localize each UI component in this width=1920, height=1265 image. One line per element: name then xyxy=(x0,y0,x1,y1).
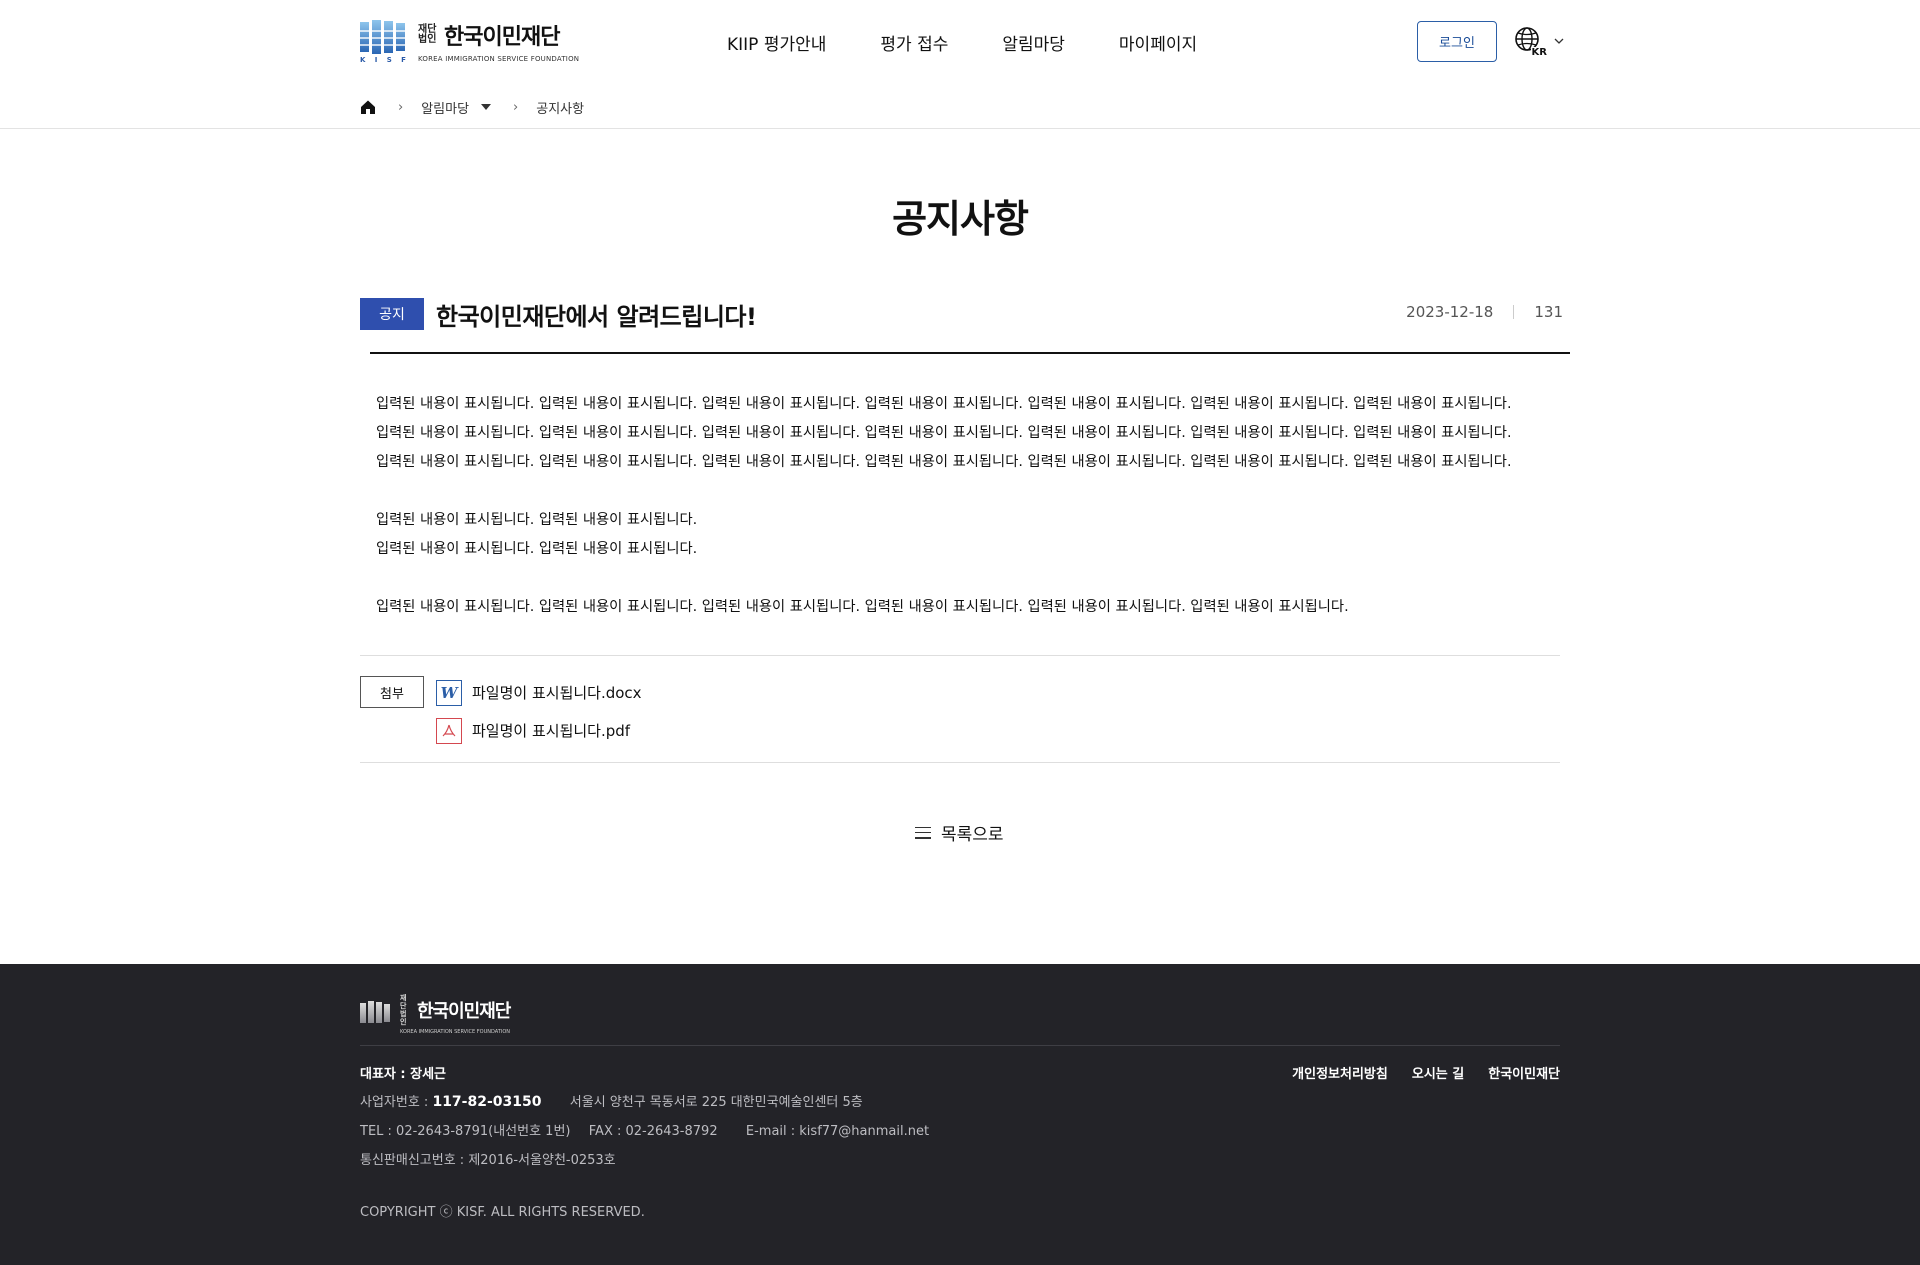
body-line: 입력된 내용이 표시됩니다. 입력된 내용이 표시됩니다. 입력된 내용이 표시… xyxy=(376,454,1512,470)
logo-mark-icon: K I S F xyxy=(360,20,406,64)
breadcrumb-separator-icon: › xyxy=(398,99,404,115)
footer-logo: 재단법인 한국이민재단 KOREA IMMIGRATION SERVICE FO… xyxy=(360,994,511,1035)
footer-logo-mark-icon xyxy=(360,1000,392,1029)
back-to-list-label: 목록으로 xyxy=(941,825,1004,845)
attachment-filename[interactable]: 파일명이 표시됩니다.docx xyxy=(472,682,642,703)
header-divider xyxy=(0,128,1920,129)
body-line: 입력된 내용이 표시됩니다. 입력된 내용이 표시됩니다. 입력된 내용이 표시… xyxy=(376,599,1349,615)
site-header: K I S F 재단법인 한국이민재단 KOREA IMMIGRATION SE… xyxy=(0,0,1920,84)
pdf-file-icon xyxy=(436,717,462,744)
attachment-filename[interactable]: 파일명이 표시됩니다.pdf xyxy=(472,720,630,741)
footer-address: 서울시 양천구 목동서로 225 대한민국예술인센터 5층 xyxy=(569,1095,863,1110)
language-code: KR xyxy=(1530,47,1548,58)
attachment-item-pdf[interactable]: 파일명이 표시됩니다.pdf xyxy=(436,717,642,744)
post-header-divider xyxy=(370,352,1570,354)
attachment-label: 첨부 xyxy=(360,676,424,708)
body-line: 입력된 내용이 표시됩니다. 입력된 내용이 표시됩니다. 입력된 내용이 표시… xyxy=(376,396,1512,412)
attachment-divider-bottom xyxy=(360,762,1560,763)
logo-letter: K xyxy=(360,56,366,64)
list-icon xyxy=(915,826,931,839)
footer-fax: FAX : 02-2643-8792 xyxy=(588,1124,718,1139)
footer-ceo: 대표자 : 장세근 xyxy=(360,1067,447,1082)
nav-item-notice[interactable]: 알림마당 xyxy=(1002,30,1065,55)
post-date: 2023-12-18 xyxy=(1406,303,1494,321)
breadcrumb-current: 공지사항 xyxy=(536,101,585,117)
nav-item-kiip[interactable]: KIIP 평가안내 xyxy=(727,30,826,55)
login-button[interactable]: 로그인 xyxy=(1417,21,1497,62)
globe-icon: KR xyxy=(1514,26,1548,58)
logo-letter: F xyxy=(401,56,406,64)
footer-logo-name: 한국이민재단 xyxy=(417,1001,511,1022)
footer-contact-row: TEL : 02-2643-8791(내선번호 1번) FAX : 02-264… xyxy=(360,1120,929,1139)
logo-small-text: 재단법인 xyxy=(418,24,437,45)
footer-copyright: COPYRIGHT ⓒ KISF. ALL RIGHTS RESERVED. xyxy=(360,1205,645,1220)
language-selector[interactable]: KR xyxy=(1514,26,1564,58)
site-footer: 재단법인 한국이민재단 KOREA IMMIGRATION SERVICE FO… xyxy=(0,964,1920,1265)
footer-links: 개인정보처리방침 오시는 길 한국이민재단 xyxy=(1292,1063,1560,1082)
footer-link-directions[interactable]: 오시는 길 xyxy=(1412,1063,1464,1082)
breadcrumb-separator-icon: › xyxy=(513,99,519,115)
footer-tel: TEL : 02-2643-8791(내선번호 1번) xyxy=(360,1124,571,1139)
nav-item-mypage[interactable]: 마이페이지 xyxy=(1119,30,1197,55)
logo-text: 재단법인 한국이민재단 KOREA IMMIGRATION SERVICE FO… xyxy=(418,19,580,64)
body-line: 입력된 내용이 표시됩니다. 입력된 내용이 표시됩니다. xyxy=(376,541,698,557)
meta-divider xyxy=(1513,305,1515,319)
body-line: 입력된 내용이 표시됩니다. 입력된 내용이 표시됩니다. 입력된 내용이 표시… xyxy=(376,425,1512,441)
footer-logo-small-text: 재단법인 xyxy=(400,994,407,1026)
footer-divider xyxy=(360,1045,1560,1046)
attachment-list: W 파일명이 표시됩니다.docx 파일명이 표시됩니다.pdf xyxy=(436,679,642,755)
attachment-item-docx[interactable]: W 파일명이 표시됩니다.docx xyxy=(436,679,642,706)
chevron-down-icon xyxy=(1554,38,1564,44)
site-logo[interactable]: K I S F 재단법인 한국이민재단 KOREA IMMIGRATION SE… xyxy=(360,19,580,64)
footer-email: E-mail : kisf77@hanmail.net xyxy=(745,1124,930,1139)
footer-biz-number: 117-82-03150 xyxy=(432,1094,542,1110)
breadcrumb-section: 알림마당 xyxy=(421,101,470,117)
footer-mail-order: 통신판매신고번호 : 제2016-서울양천-0253호 xyxy=(360,1153,616,1168)
breadcrumb-section-dropdown[interactable]: 알림마당 xyxy=(421,98,492,117)
post-meta: 2023-12-18 131 xyxy=(1406,303,1563,321)
footer-biz-label: 사업자번호 : xyxy=(360,1095,429,1110)
footer-logo-english: KOREA IMMIGRATION SERVICE FOUNDATION xyxy=(400,1029,511,1035)
attachment-divider-top xyxy=(360,655,1560,656)
post-views: 131 xyxy=(1534,303,1563,321)
logo-letter: I xyxy=(374,56,378,64)
nav-item-apply[interactable]: 평가 접수 xyxy=(880,30,948,55)
home-icon[interactable] xyxy=(360,99,376,115)
caret-down-icon xyxy=(481,104,492,110)
back-to-list-button[interactable]: 목록으로 xyxy=(915,820,1004,845)
breadcrumb: › 알림마당 › 공지사항 xyxy=(360,95,584,119)
footer-link-privacy[interactable]: 개인정보처리방침 xyxy=(1292,1063,1388,1082)
post-title: 한국이민재단에서 알려드립니다! xyxy=(436,303,757,331)
logo-english: KOREA IMMIGRATION SERVICE FOUNDATION xyxy=(418,55,580,63)
main-nav: KIIP 평가안내 평가 접수 알림마당 마이페이지 xyxy=(727,30,1197,55)
logo-name: 한국이민재단 xyxy=(444,25,560,50)
page-title: 공지사항 xyxy=(892,197,1029,241)
notice-badge: 공지 xyxy=(360,298,424,330)
post-body: 입력된 내용이 표시됩니다. 입력된 내용이 표시됩니다. 입력된 내용이 표시… xyxy=(376,390,1566,622)
logo-letter: S xyxy=(386,56,392,64)
footer-link-foundation[interactable]: 한국이민재단 xyxy=(1488,1063,1560,1082)
body-line: 입력된 내용이 표시됩니다. 입력된 내용이 표시됩니다. xyxy=(376,512,698,528)
footer-business-row: 사업자번호 : 117-82-03150 서울시 양천구 목동서로 225 대한… xyxy=(360,1091,863,1110)
word-file-icon: W xyxy=(436,679,462,706)
